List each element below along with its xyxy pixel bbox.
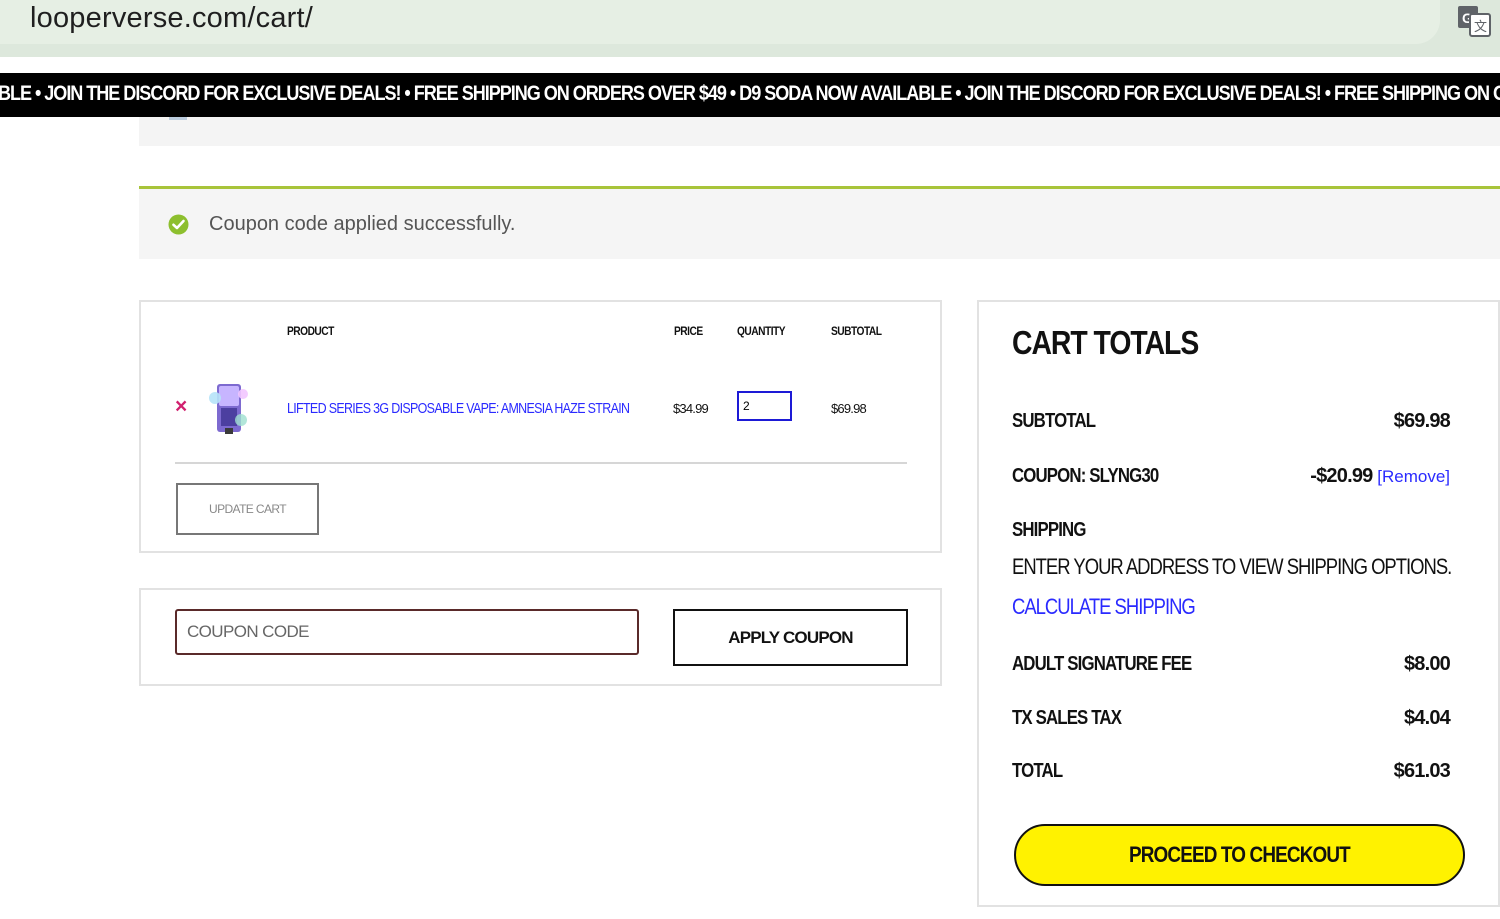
cart-table: PRODUCT PRICE QUANTITY SUBTOTAL × Lifted…: [139, 300, 942, 553]
product-name-link[interactable]: Lifted Series 3g Disposable Vape: Amnesi…: [287, 400, 630, 417]
cart-totals-panel: Cart totals Subtotal $69.98 Coupon: slyn…: [977, 300, 1500, 907]
marquee-text: BLE • JOIN THE DISCORD FOR EXCLUSIVE DEA…: [0, 82, 1500, 105]
strip-fragment: [169, 117, 187, 120]
translate-icon[interactable]: G 文: [1456, 4, 1492, 38]
coupon-label: Coupon: slyng30: [1012, 465, 1159, 487]
total-label: Total: [1012, 760, 1063, 782]
url-text[interactable]: looperverse.com/cart/: [30, 2, 313, 35]
signature-fee-label: Adult Signature Fee: [1012, 653, 1192, 675]
apply-coupon-button[interactable]: Apply coupon: [673, 609, 908, 666]
proceed-to-checkout-button[interactable]: Proceed to checkout: [1014, 824, 1465, 886]
success-notice: Coupon code applied successfully.: [139, 186, 1500, 259]
item-subtotal: $69.98: [831, 401, 867, 416]
shipping-label: Shipping: [1012, 519, 1086, 541]
checkout-label: Proceed to checkout: [1129, 842, 1351, 867]
header-subtotal: SUBTOTAL: [831, 324, 882, 338]
browser-address-bar: looperverse.com/cart/ G 文: [0, 0, 1500, 57]
remove-coupon-link[interactable]: [Remove]: [1377, 467, 1450, 486]
coupon-code-input[interactable]: [175, 609, 639, 655]
calculate-shipping-link[interactable]: Calculate shipping: [1012, 594, 1196, 620]
check-circle-icon: [168, 214, 189, 235]
subtotal-label: Subtotal: [1012, 410, 1096, 432]
cart-totals-title: Cart totals: [1012, 324, 1199, 361]
coupon-value: -$20.99: [1310, 465, 1373, 487]
item-price: $34.99: [673, 401, 709, 416]
product-thumbnail[interactable]: [207, 380, 251, 436]
coupon-form: Apply coupon: [139, 588, 942, 686]
coupon-row-value: -$20.99 [Remove]: [1310, 465, 1450, 488]
subtotal-value: $69.98: [1393, 410, 1451, 432]
svg-text:文: 文: [1474, 20, 1487, 35]
shipping-note: Enter your address to view shipping opti…: [1012, 554, 1452, 579]
update-cart-button[interactable]: Update cart: [176, 483, 319, 535]
total-value: $61.03: [1393, 760, 1451, 782]
promo-marquee: BLE • JOIN THE DISCORD FOR EXCLUSIVE DEA…: [0, 73, 1500, 117]
remove-item-button[interactable]: ×: [175, 395, 187, 419]
quantity-input[interactable]: [737, 391, 792, 421]
header-quantity: QUANTITY: [737, 324, 786, 338]
sales-tax-value: $4.04: [1403, 707, 1451, 729]
sales-tax-label: TX Sales Tax: [1012, 707, 1122, 729]
signature-fee-value: $8.00: [1403, 653, 1451, 675]
header-price: PRICE: [674, 324, 703, 338]
header-strip: [139, 117, 1500, 146]
header-product: PRODUCT: [287, 324, 334, 338]
row-divider: [175, 462, 907, 464]
notice-message: Coupon code applied successfully.: [209, 213, 516, 235]
